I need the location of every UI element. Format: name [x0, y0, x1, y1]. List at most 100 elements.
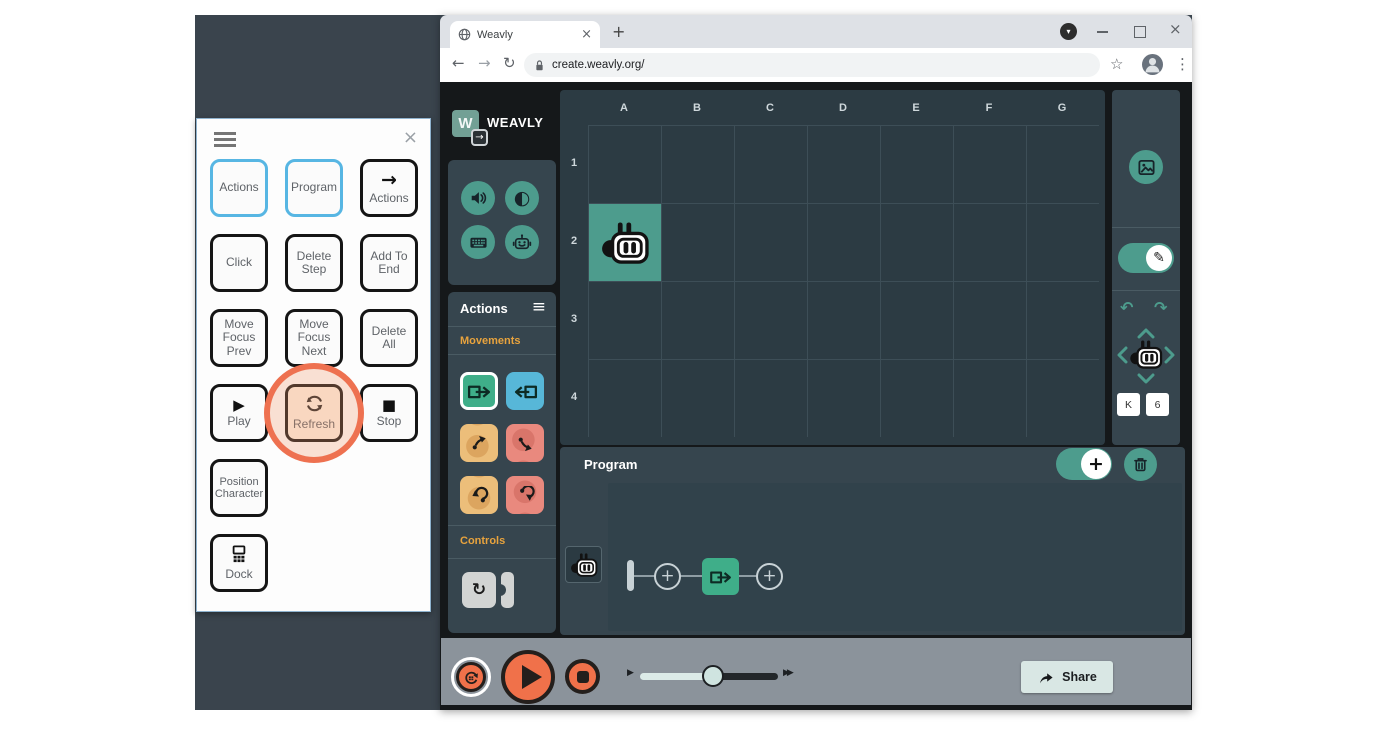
stop-button[interactable] [565, 659, 600, 694]
audio-settings-panel: ◐ [448, 160, 556, 285]
trash-icon [1132, 456, 1149, 473]
grid-column-header: B [693, 102, 701, 114]
scene-grid [588, 125, 1099, 437]
speed-slider-thumb[interactable] [702, 665, 724, 687]
grid-column-header: D [839, 102, 847, 114]
reload-button[interactable]: ↻ [503, 56, 516, 71]
add-node-button[interactable]: + [756, 563, 783, 590]
overlay-button-delete-step[interactable]: Delete Step [285, 234, 343, 292]
overlay-button-goto-actions[interactable]: → Actions [360, 159, 418, 217]
grid-cell [662, 282, 734, 359]
overlay-button-move-focus-next[interactable]: Move Focus Next [285, 309, 343, 367]
browser-status-icon[interactable]: ▾ [1060, 23, 1077, 40]
globe-favicon-icon [458, 28, 471, 41]
share-button[interactable]: Share [1021, 661, 1113, 693]
close-icon[interactable]: × [403, 127, 418, 148]
logo-arrow-badge: → [471, 129, 488, 146]
character-column-input[interactable]: K [1117, 393, 1140, 416]
bookmark-star-icon[interactable]: ☆ [1110, 57, 1123, 72]
overlay-button-refresh[interactable]: Refresh [285, 384, 343, 442]
audio-feedback-button[interactable] [461, 181, 495, 215]
overlay-button-add-to-end[interactable]: Add To End [360, 234, 418, 292]
grid-cell [808, 282, 880, 359]
block-turn-right-45[interactable] [506, 424, 544, 462]
overlay-button-stop[interactable]: ■ Stop [360, 384, 418, 442]
browser-window: Weavly × + ▾ × ← → ↻ create.weavly.org/ … [440, 15, 1192, 710]
program-start-marker [627, 560, 634, 591]
character-row-input[interactable]: 6 [1146, 393, 1169, 416]
pen-toggle[interactable]: ✎ [1118, 243, 1174, 273]
block-turn-left-90[interactable] [460, 476, 498, 514]
grid-cell [1027, 126, 1099, 203]
weavly-logo[interactable]: W → WEAVLY [452, 110, 562, 150]
turn-character-right-button[interactable]: ↷ [1154, 298, 1167, 317]
theme-contrast-button[interactable]: ◐ [505, 181, 539, 215]
overlay-button-position-character[interactable]: Position Character [210, 459, 268, 517]
overlay-button-actions[interactable]: Actions [210, 159, 268, 217]
grid-row-header: 3 [570, 313, 578, 325]
block-loop[interactable]: ↻ [462, 572, 514, 608]
move-character-up-button[interactable] [1137, 328, 1155, 339]
block-turn-left-45[interactable] [460, 424, 498, 462]
grid-cell [954, 126, 1026, 203]
delete-program-button[interactable] [1124, 448, 1157, 481]
program-step-move-forward[interactable] [702, 558, 739, 595]
overlay-button-delete-all[interactable]: Delete All [360, 309, 418, 367]
overlay-button-grid: Actions Program → Actions Click Delete S… [210, 159, 418, 592]
browser-tab[interactable]: Weavly × [450, 21, 600, 48]
window-close-button[interactable]: × [1169, 20, 1182, 38]
tab-close-icon[interactable]: × [581, 27, 592, 42]
overlay-button-play[interactable]: ▶ Play [210, 384, 268, 442]
slow-speed-icon[interactable]: ▶ [627, 668, 634, 678]
chevron-down-icon: ▾ [1066, 27, 1071, 36]
play-button[interactable] [501, 650, 555, 704]
overlay-button-dock[interactable]: Dock [210, 534, 268, 592]
move-character-left-button[interactable] [1117, 346, 1128, 364]
overlay-button-click[interactable]: Click [210, 234, 268, 292]
grid-column-header: G [1057, 102, 1067, 114]
add-node-button[interactable]: + [654, 563, 681, 590]
contrast-icon: ◐ [513, 186, 531, 209]
forward-button[interactable]: → [478, 56, 491, 71]
actions-menu-icon[interactable]: ≡ [532, 297, 546, 317]
grid-cell [1027, 204, 1099, 281]
background-picker-button[interactable] [1129, 150, 1163, 184]
new-tab-button[interactable]: + [612, 22, 625, 41]
maximize-button[interactable] [1134, 26, 1146, 38]
turn-character-left-button[interactable]: ↶ [1120, 298, 1133, 317]
block-move-backward[interactable] [506, 372, 544, 410]
reset-button[interactable] [451, 657, 491, 697]
profile-avatar[interactable] [1142, 54, 1163, 75]
play-triangle-icon [521, 665, 542, 689]
grid-row-header: 1 [570, 157, 578, 169]
loop-icon: ↻ [471, 580, 487, 600]
grid-cell [589, 360, 661, 437]
minimize-button[interactable] [1097, 31, 1108, 33]
menu-icon[interactable] [214, 132, 236, 147]
fast-speed-icon[interactable]: ▶▶ [783, 668, 794, 678]
grid-cell [954, 360, 1026, 437]
robot-face-icon [512, 232, 532, 252]
block-move-forward[interactable] [460, 372, 498, 410]
grid-cell [735, 282, 807, 359]
grid-cell [735, 204, 807, 281]
block-turn-right-90[interactable] [506, 476, 544, 514]
grid-column-header: A [620, 102, 628, 114]
grid-cell [589, 282, 661, 359]
keyboard-shortcuts-button[interactable] [461, 225, 495, 259]
add-node-toggle[interactable]: + [1056, 448, 1112, 480]
overlay-button-program[interactable]: Program [285, 159, 343, 217]
url-bar[interactable]: create.weavly.org/ [524, 53, 1100, 77]
grid-column-header: E [912, 102, 920, 114]
back-button[interactable]: ← [452, 56, 465, 71]
lock-icon [534, 59, 545, 72]
robot-character [602, 221, 649, 264]
overlay-button-move-focus-prev[interactable]: Move Focus Prev [210, 309, 268, 367]
program-track-area [608, 483, 1182, 631]
grid-cell [735, 126, 807, 203]
move-character-down-button[interactable] [1137, 373, 1155, 384]
move-character-right-button[interactable] [1164, 346, 1175, 364]
browser-menu-icon[interactable]: ⋮ [1175, 57, 1190, 72]
program-character-badge [565, 546, 602, 583]
character-picker-button[interactable] [505, 225, 539, 259]
